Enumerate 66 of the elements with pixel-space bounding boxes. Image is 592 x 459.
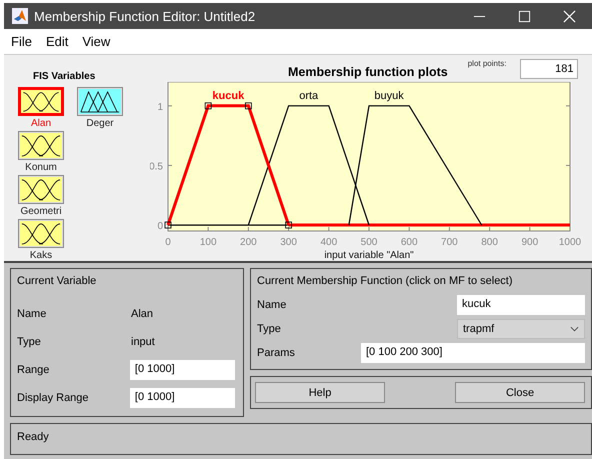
membership-curves-icon — [20, 221, 62, 246]
field-label: Name — [17, 308, 48, 320]
x-tick-label: 900 — [521, 237, 538, 248]
chevron-down-icon — [570, 326, 579, 332]
x-tick-label: 200 — [240, 237, 257, 248]
variable-label: Deger — [86, 117, 114, 131]
y-tick-label: 1 — [157, 102, 163, 113]
close-icon[interactable] — [563, 10, 576, 23]
field-label: Name — [257, 299, 286, 311]
variable-button[interactable] — [18, 219, 64, 248]
input-field[interactable]: kucuk — [457, 295, 585, 315]
menu-item[interactable]: File — [11, 33, 32, 50]
x-tick-label: 500 — [360, 237, 378, 248]
window-title: Membership Function Editor: Untitled2 — [34, 8, 256, 24]
x-tick-label: 700 — [441, 237, 458, 248]
field-label: Display Range — [17, 392, 90, 404]
plot-points-field[interactable]: 181 — [520, 58, 578, 78]
panel-title: FIS Variables — [33, 71, 96, 82]
variable-label: Kaks — [30, 249, 52, 263]
field-label: Type — [257, 323, 281, 335]
variable-button[interactable] — [18, 87, 64, 116]
input-field[interactable]: [0 1000] — [130, 360, 235, 380]
variable-label: Konum — [25, 161, 57, 175]
panel-title: Current Membership Function (click on MF to select) — [257, 275, 514, 287]
x-axis-label: input variable "Alan" — [324, 250, 414, 261]
membership-curves-icon — [20, 133, 62, 158]
field-value: input — [131, 336, 155, 348]
curve-label: buyuk — [374, 90, 404, 102]
variable-label: Alan — [30, 117, 51, 131]
maximize-icon[interactable] — [518, 10, 531, 23]
curve-label: orta — [299, 90, 318, 102]
app-icon — [12, 8, 28, 24]
curve-label: kucuk — [212, 90, 244, 102]
x-tick-label: 300 — [280, 237, 297, 248]
dialog-button[interactable]: Help — [255, 382, 385, 403]
variable-button[interactable] — [18, 131, 64, 160]
x-tick-label: 400 — [320, 237, 338, 248]
field-label: Type — [17, 336, 42, 348]
variable-button[interactable] — [18, 175, 64, 204]
status-text: Ready — [17, 431, 49, 443]
input-field[interactable]: [0 1000] — [130, 388, 235, 408]
plot-points-label: plot points: — [468, 59, 506, 68]
field-label: Params — [257, 347, 295, 359]
x-tick-label: 1000 — [558, 237, 582, 248]
dialog-button[interactable]: Close — [455, 382, 585, 403]
membership-curves-icon — [20, 177, 62, 202]
field-label: Range — [17, 364, 50, 376]
menu-item[interactable]: View — [82, 33, 110, 50]
menu-item[interactable]: Edit — [46, 33, 68, 50]
x-tick-label: 0 — [165, 237, 171, 248]
panel-title: Current Variable — [17, 275, 98, 287]
type-dropdown[interactable]: trapmf — [457, 319, 585, 339]
triangles-icon — [79, 89, 121, 114]
selected-membership-curve[interactable] — [164, 102, 292, 228]
membership-curves-icon — [21, 90, 61, 113]
variable-button[interactable] — [77, 87, 123, 116]
plot-title: Membership function plots — [288, 64, 448, 78]
x-tick-label: 800 — [481, 237, 498, 248]
x-tick-label: 600 — [400, 237, 418, 248]
input-field[interactable]: [0 100 200 300] — [361, 343, 585, 363]
membership-curve[interactable] — [348, 105, 482, 226]
membership-curve[interactable] — [248, 105, 370, 226]
y-tick-label: 0 — [157, 221, 163, 232]
variable-label: Geometri — [20, 205, 62, 219]
x-tick-label: 100 — [200, 237, 217, 248]
field-value: Alan — [131, 308, 154, 320]
